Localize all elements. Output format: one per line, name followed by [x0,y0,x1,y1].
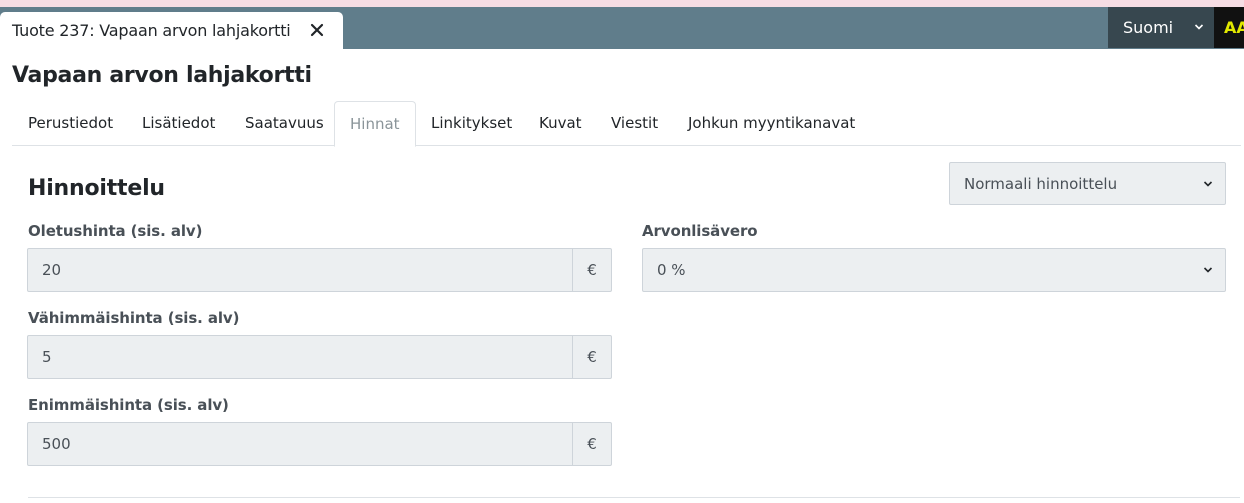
chevron-down-icon [1203,267,1213,273]
close-icon[interactable] [308,21,326,39]
tab-bar: Perustiedot Lisätiedot Saatavuus Hinnat … [12,101,1241,147]
max-price-field[interactable]: 500 € [27,422,612,466]
chevron-down-icon [1203,180,1213,187]
document-tab[interactable]: Tuote 237: Vapaan arvon lahjakortti [0,12,343,49]
tab-kuvat[interactable]: Kuvat [539,101,582,146]
min-price-field[interactable]: 5 € [27,335,612,379]
vat-select[interactable]: 0 % [642,248,1226,292]
page-title: Vapaan arvon lahjakortti [12,63,312,88]
accessibility-button[interactable]: AA [1214,7,1244,48]
language-label: Suomi [1123,18,1174,37]
default-price-value: 20 [42,261,62,279]
section-divider [28,497,1240,498]
section-title: Hinnoittelu [28,176,165,201]
pricing-mode-value: Normaali hinnoittelu [964,174,1118,193]
default-price-field[interactable]: 20 € [27,248,612,292]
currency-addon: € [572,336,611,378]
language-selector[interactable]: Suomi [1108,7,1214,48]
tab-saatavuus[interactable]: Saatavuus [245,101,324,146]
currency-addon: € [572,423,611,465]
document-tab-title: Tuote 237: Vapaan arvon lahjakortti [12,21,291,40]
accessibility-label: AA [1224,18,1244,37]
default-price-label: Oletushinta (sis. alv) [28,222,203,240]
pricing-mode-select[interactable]: Normaali hinnoittelu [949,162,1226,205]
vat-label: Arvonlisävero [642,222,758,240]
top-accent-strip [0,0,1244,7]
min-price-value: 5 [42,348,52,366]
tab-lisatiedot[interactable]: Lisätiedot [142,101,215,146]
currency-addon: € [572,249,611,291]
max-price-value: 500 [42,435,71,453]
vat-value: 0 % [657,261,686,279]
min-price-label: Vähimmäishinta (sis. alv) [28,309,240,327]
tab-linkitykset[interactable]: Linkitykset [431,101,512,146]
tab-johkun-myyntikanavat[interactable]: Johkun myyntikanavat [688,101,855,146]
chevron-down-icon [1194,24,1204,30]
tab-hinnat[interactable]: Hinnat [334,101,416,147]
max-price-label: Enimmäishinta (sis. alv) [28,396,229,414]
tab-perustiedot[interactable]: Perustiedot [28,101,113,146]
tab-viestit[interactable]: Viestit [611,101,658,146]
